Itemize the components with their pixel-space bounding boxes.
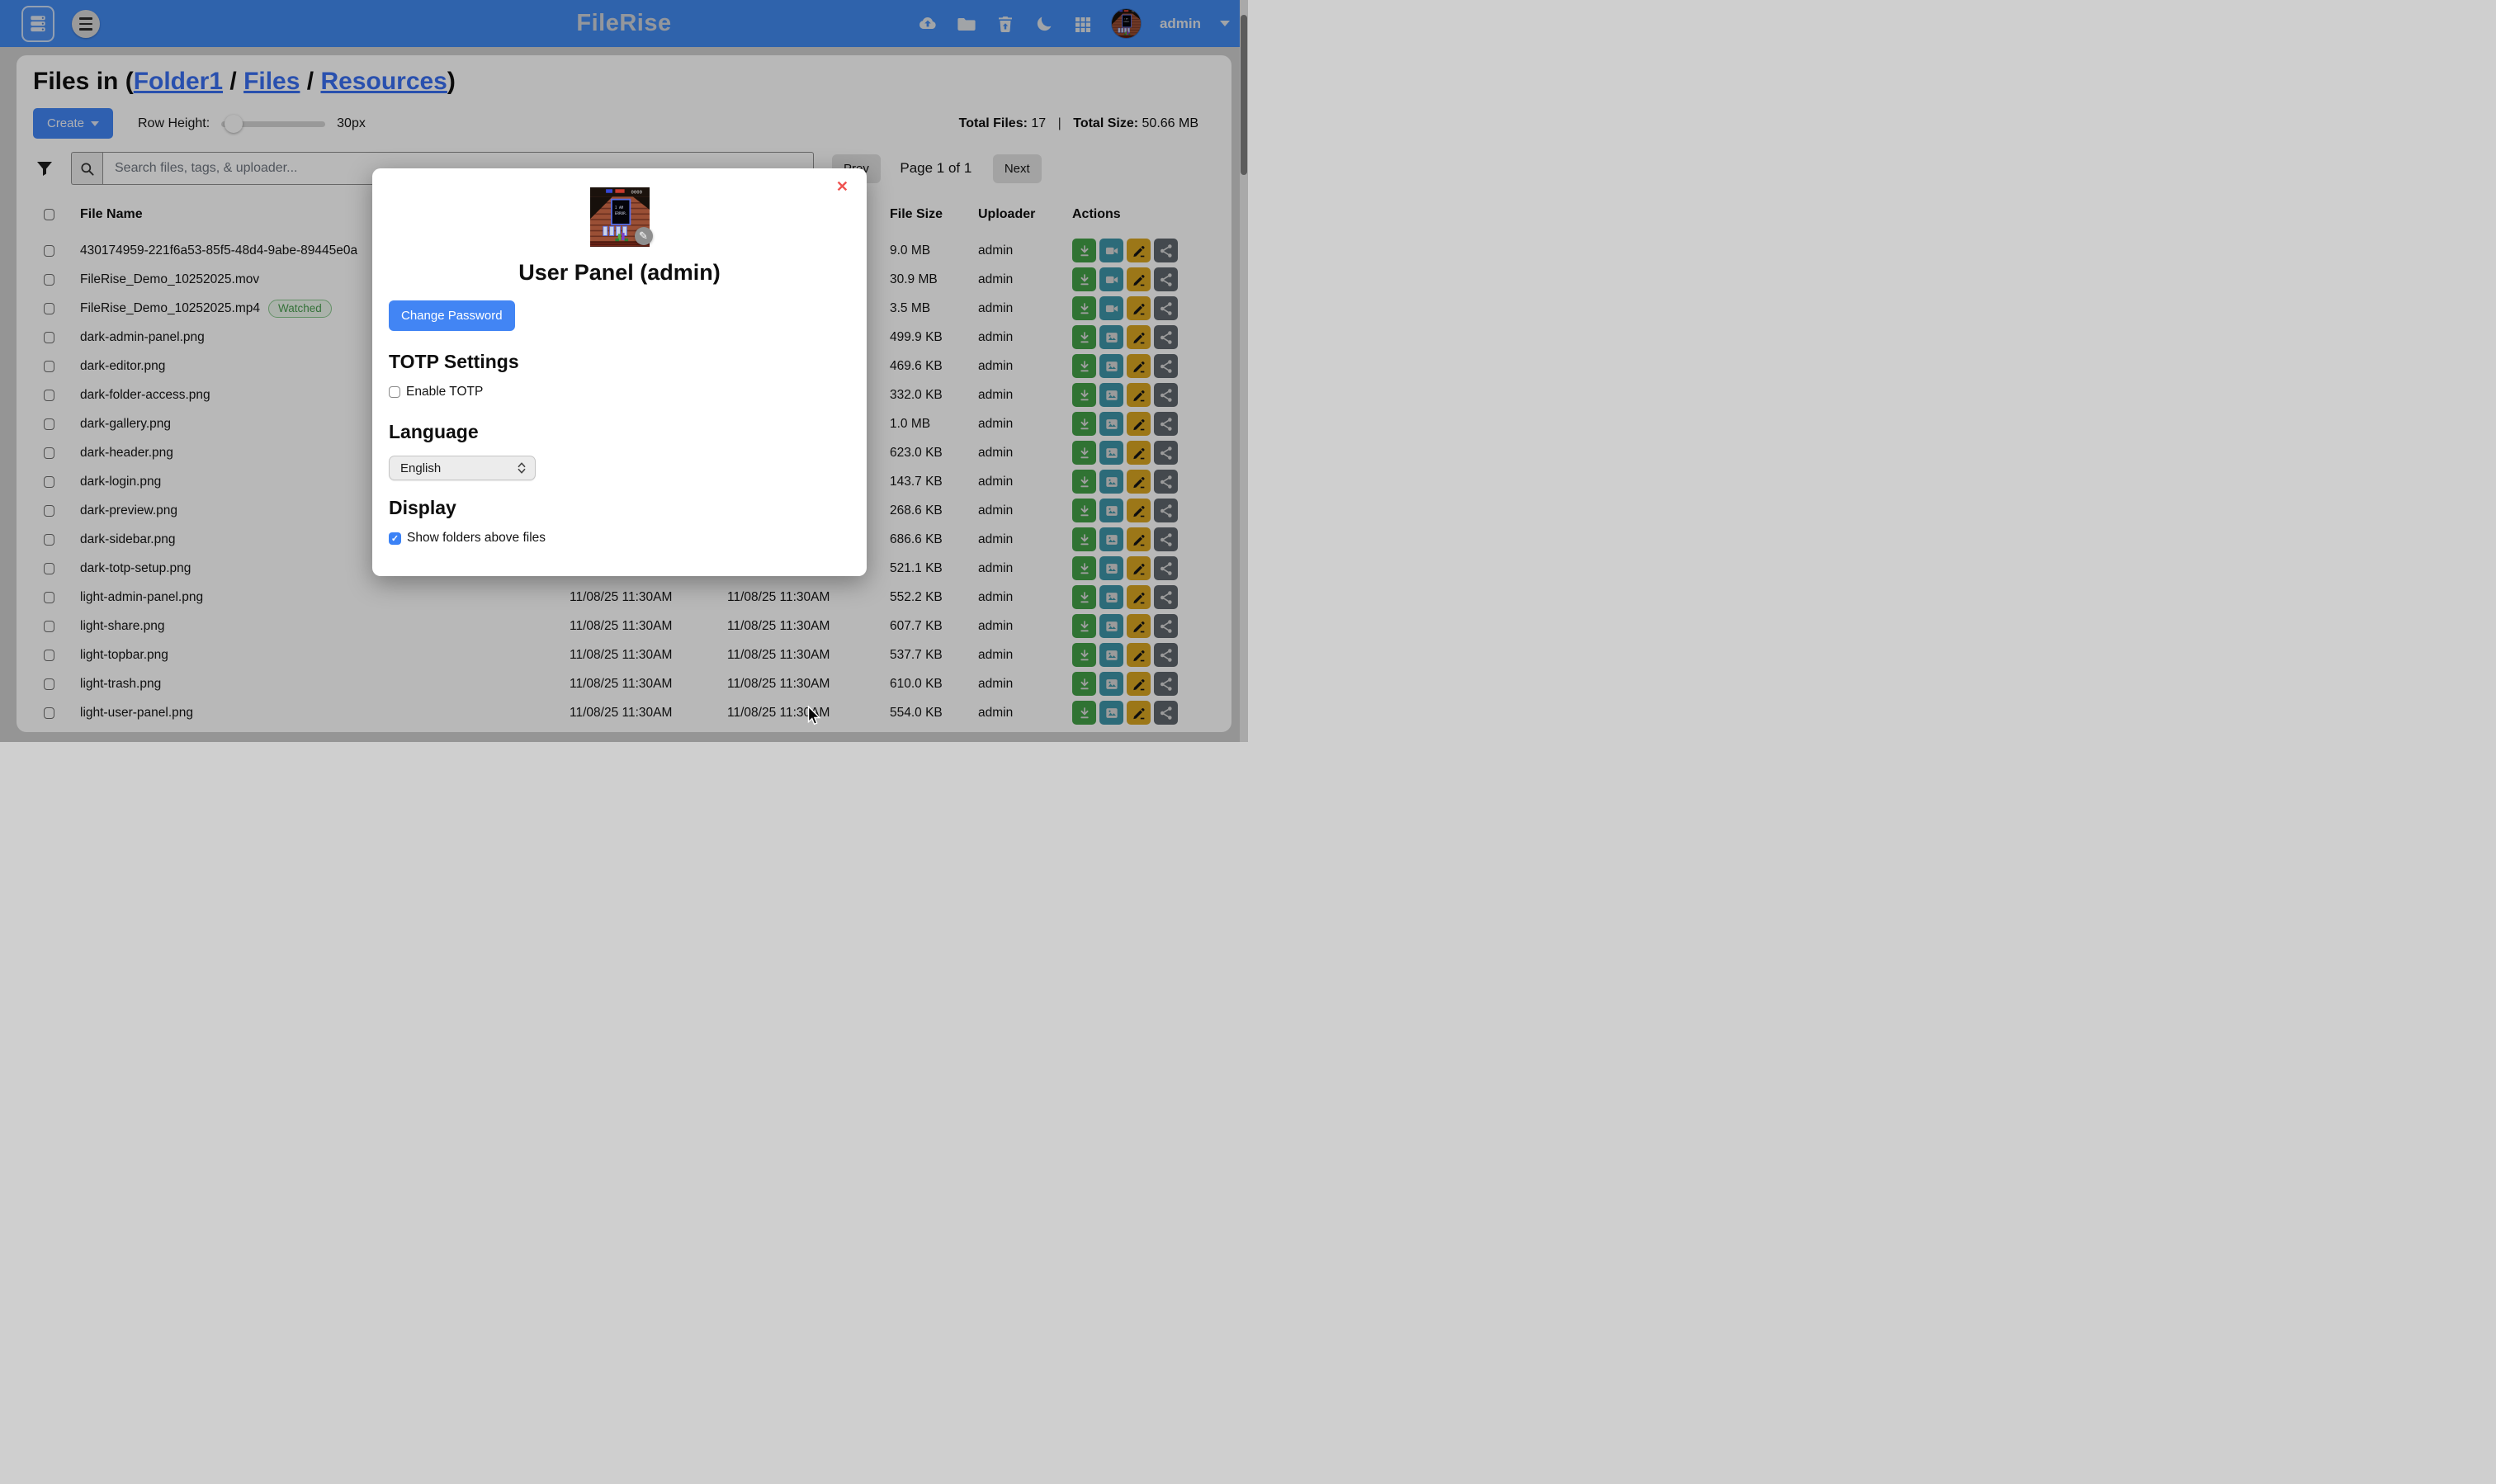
show-folders-row: ✓ Show folders above files [389,531,850,546]
close-icon[interactable]: ✕ [836,178,849,195]
show-folders-checkbox[interactable]: ✓ [389,532,401,545]
language-heading: Language [389,421,850,443]
totp-settings-heading: TOTP Settings [389,351,850,373]
enable-totp-row: Enable TOTP [389,385,850,399]
avatar-wrap: ✎ [590,187,650,247]
language-selected-value: English [400,461,441,475]
enable-totp-checkbox[interactable] [389,386,400,398]
page-scrollbar[interactable] [1240,0,1248,742]
change-password-button[interactable]: Change Password [389,300,515,331]
select-chevrons-icon [517,461,527,475]
modal-title: User Panel (admin) [389,260,850,286]
enable-totp-label: Enable TOTP [406,385,483,399]
display-heading: Display [389,497,850,519]
scrollbar-thumb[interactable] [1241,15,1247,175]
show-folders-label: Show folders above files [407,531,546,546]
language-select[interactable]: English [389,456,536,480]
edit-avatar-icon[interactable]: ✎ [635,227,653,245]
user-panel-modal: ✕ ✎ User Panel (admin) Change Password T… [372,168,867,576]
